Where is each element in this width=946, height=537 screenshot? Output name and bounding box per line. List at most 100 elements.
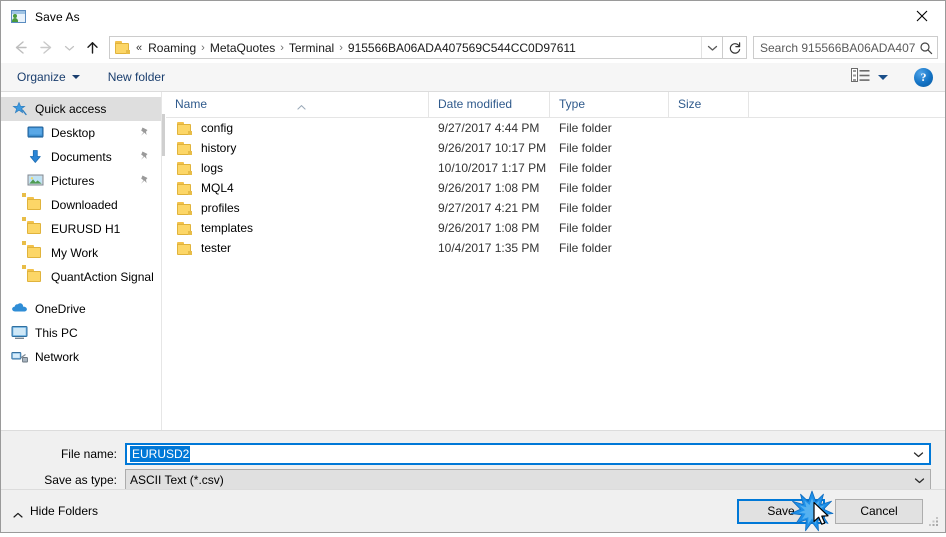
cancel-button[interactable]: Cancel [835,498,923,524]
folder-icon [177,181,193,195]
sidebar-item-quick-access[interactable]: Quick access [1,97,161,121]
table-row[interactable]: logs 10/10/2017 1:17 PM File folder [166,158,945,178]
refresh-icon[interactable] [723,36,747,59]
table-row[interactable]: MQL4 9/26/2017 1:08 PM File folder [166,178,945,198]
sidebar-item-label: OneDrive [35,302,86,316]
table-row[interactable]: config 9/27/2017 4:44 PM File folder [166,118,945,138]
file-type-cell: File folder [559,181,612,195]
file-rows: config 9/27/2017 4:44 PM File folder his… [166,118,945,430]
file-name-cell: MQL4 [166,178,429,198]
sidebar-item-quantaction-signal[interactable]: QuantAction Signal [1,265,161,289]
search-icon[interactable] [915,41,937,55]
sidebar-item-onedrive[interactable]: OneDrive [1,297,161,321]
table-row[interactable]: tester 10/4/2017 1:35 PM File folder [166,238,945,258]
file-date-cell: 10/4/2017 1:35 PM [438,241,540,255]
organize-label: Organize [17,70,66,84]
up-arrow-icon[interactable] [79,36,105,60]
sidebar-item-downloaded[interactable]: Downloaded [1,193,161,217]
desktop-icon [27,125,44,141]
sidebar-item-network[interactable]: Network [1,345,161,369]
close-icon[interactable] [899,1,945,31]
help-icon[interactable]: ? [914,67,933,87]
chevron-down-icon[interactable] [908,477,930,484]
folder-icon [177,241,193,255]
folder-icon [22,241,44,261]
column-header-size[interactable]: Size [669,92,749,117]
breadcrumb-item-guid[interactable]: 915566BA06ADA407569C544CC0D97611 [345,41,579,55]
change-view-button[interactable] [851,68,888,86]
new-folder-button[interactable]: New folder [106,68,167,86]
column-header-label: Type [559,97,586,111]
column-header-label: Name [175,97,208,111]
main-content: Quick access Desktop Documents Pictures … [1,92,945,430]
table-row[interactable]: history 9/26/2017 10:17 PM File folder [166,138,945,158]
sidebar-item-label: QuantAction Signal [51,270,154,284]
column-header-type[interactable]: Type [550,92,669,117]
column-header-date-modified[interactable]: Date modified [429,92,550,117]
file-name-cell: tester [166,238,429,258]
chevron-down-icon [71,75,80,79]
dialog-footer: Hide Folders Save Cancel [1,489,945,532]
sidebar-item-documents[interactable]: Documents [1,145,161,169]
breadcrumb-item-terminal[interactable]: Terminal [286,41,337,55]
breadcrumb-separator-icon: › [280,41,284,54]
network-icon [11,349,28,365]
file-size-cell [669,218,749,238]
table-row[interactable]: profiles 9/27/2017 4:21 PM File folder [166,198,945,218]
file-size-cell [669,178,749,198]
breadcrumb-overflow-icon[interactable]: « [135,42,145,54]
back-arrow-icon[interactable] [7,36,33,60]
file-name-label: File name: [60,447,117,461]
navigation-pane: Quick access Desktop Documents Pictures … [1,92,161,430]
folder-icon [177,201,193,215]
address-bar[interactable]: « Roaming › MetaQuotes › Terminal › 9155… [109,36,723,59]
sidebar-item-my-work[interactable]: My Work [1,241,161,265]
search-input[interactable]: Search 915566BA06ADA40756... [753,36,938,59]
command-toolbar: Organize New folder ? [1,63,945,92]
column-header-name[interactable]: Name [166,92,429,117]
sidebar-item-label: This PC [35,326,78,340]
file-name-input[interactable]: EURUSD2 [125,443,931,465]
save-button-label: Save [767,504,795,518]
chevron-down-icon[interactable] [907,451,929,458]
breadcrumb-item-roaming[interactable]: Roaming [145,41,199,55]
recent-locations-chevron-icon[interactable] [59,36,79,60]
sidebar-item-desktop[interactable]: Desktop [1,121,161,145]
sidebar-item-pictures[interactable]: Pictures [1,169,161,193]
save-as-type-row: Save as type: ASCII Text (*.csv) [1,469,945,491]
sidebar-item-this-pc[interactable]: This PC [1,321,161,345]
table-row[interactable]: templates 9/26/2017 1:08 PM File folder [166,218,945,238]
file-date-cell: 9/26/2017 1:08 PM [438,221,540,235]
column-header-filler [749,92,945,117]
column-header-row: Name Date modified Type Size [166,92,945,118]
sidebar-item-label: Quick access [35,102,107,116]
save-as-type-select[interactable]: ASCII Text (*.csv) [125,469,931,491]
navigation-bar: « Roaming › MetaQuotes › Terminal › 9155… [1,32,945,63]
new-folder-label: New folder [107,70,166,84]
resize-grip-icon[interactable] [928,516,940,528]
cancel-button-label: Cancel [860,504,898,518]
pin-icon[interactable] [139,126,151,139]
file-name-cell: history [166,138,429,158]
hide-folders-button[interactable]: Hide Folders [13,504,98,518]
save-button[interactable]: Save [737,498,825,524]
save-as-type-label: Save as type: [44,473,117,487]
save-as-type-value: ASCII Text (*.csv) [130,473,224,487]
save-form: File name: EURUSD2 Save as type: ASCII T… [1,430,945,491]
file-date-cell: 10/10/2017 1:17 PM [438,161,547,175]
pin-icon[interactable] [139,174,151,187]
toolbar-right-group: ? [851,67,945,87]
folder-icon [115,40,131,55]
pin-icon[interactable] [139,150,151,163]
forward-arrow-icon[interactable] [33,36,59,60]
column-header-label: Size [678,97,702,111]
file-size-cell [669,238,749,258]
breadcrumb-item-metaquotes[interactable]: MetaQuotes [207,41,278,55]
sidebar-item-eurusd-h1[interactable]: EURUSD H1 [1,217,161,241]
address-dropdown-chevron-down-icon[interactable] [701,37,722,58]
organize-button[interactable]: Organize [15,68,82,86]
file-name-value: EURUSD2 [130,446,191,462]
file-type-cell: File folder [559,241,612,255]
file-name-label: templates [201,221,254,235]
